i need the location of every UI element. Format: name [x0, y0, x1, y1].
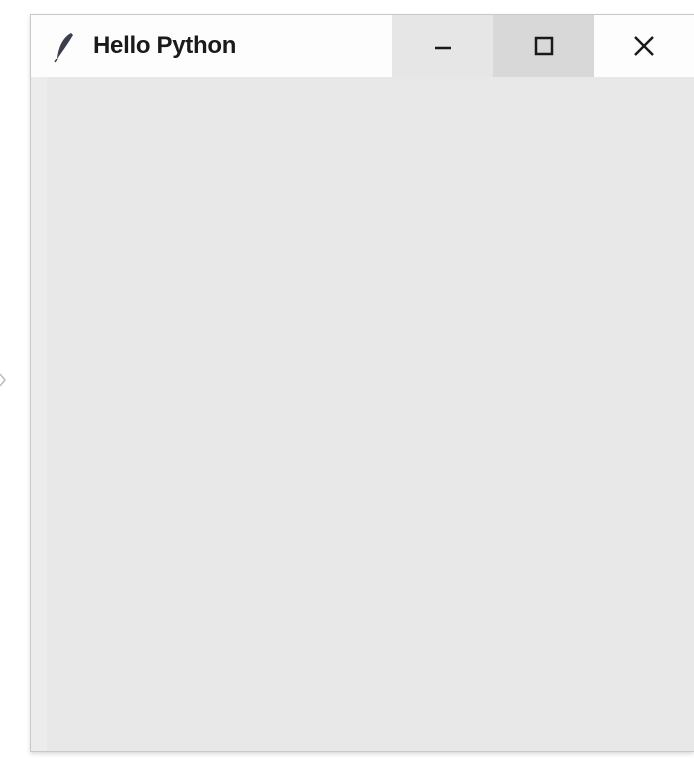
minimize-icon [434, 46, 451, 50]
desktop: Hello Python [0, 0, 694, 758]
close-icon [634, 36, 654, 56]
app-window: Hello Python [30, 14, 694, 752]
minimize-button[interactable] [392, 15, 493, 77]
maximize-icon [534, 36, 553, 56]
window-client-area [31, 77, 694, 751]
maximize-button[interactable] [493, 15, 594, 77]
window-title: Hello Python [93, 32, 237, 59]
close-button[interactable] [594, 15, 694, 77]
title-bar[interactable]: Hello Python [31, 15, 694, 77]
resize-arrow-icon [0, 373, 6, 387]
window-controls [392, 15, 694, 77]
feather-icon [54, 33, 73, 63]
